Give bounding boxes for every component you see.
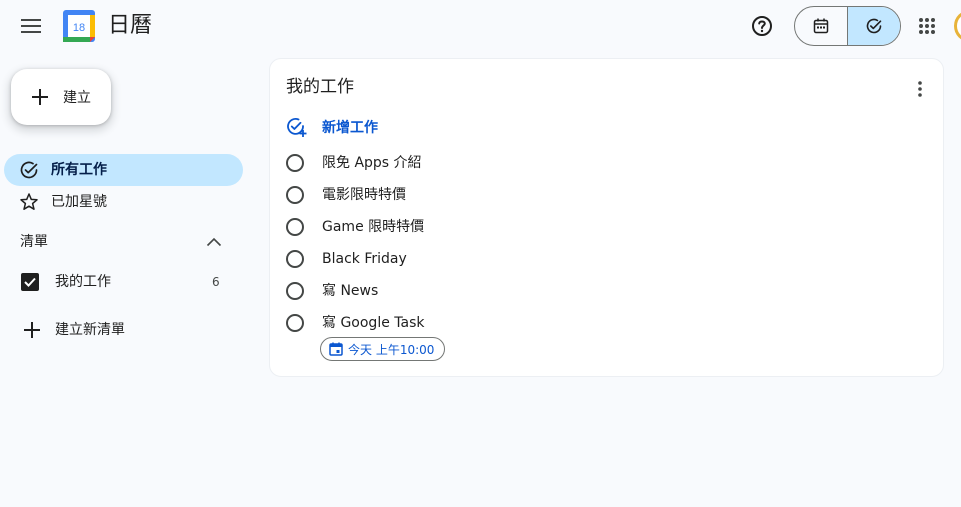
task-complete-radio[interactable] bbox=[286, 282, 304, 300]
account-avatar[interactable] bbox=[954, 10, 961, 42]
task-check-icon bbox=[866, 18, 882, 34]
task-list-card: 我的工作 新增工作 限免 Apps 介紹 電影限時特價 Game 限時特價 Bl… bbox=[269, 58, 944, 377]
checkmark-icon bbox=[24, 277, 36, 287]
top-app-bar: 18 日曆 bbox=[0, 0, 961, 52]
more-vert-icon bbox=[918, 81, 922, 97]
list-visibility-checkbox[interactable] bbox=[21, 273, 39, 291]
calendar-logo-icon: 18 bbox=[63, 10, 95, 42]
create-new-list-label: 建立新清單 bbox=[55, 322, 125, 338]
main-menu-button[interactable] bbox=[13, 8, 49, 44]
add-task-icon bbox=[287, 118, 307, 137]
app-title: 日曆 bbox=[108, 13, 153, 38]
task-title: 寫 Google Task bbox=[322, 315, 425, 331]
task-due-date-chip[interactable]: 今天 上午10:00 bbox=[320, 337, 446, 361]
apps-grid-icon bbox=[919, 18, 935, 34]
task-title: 限免 Apps 介紹 bbox=[322, 155, 422, 171]
task-complete-radio[interactable] bbox=[286, 218, 304, 236]
calendar-view-button[interactable] bbox=[795, 7, 848, 45]
plus-icon bbox=[24, 322, 40, 338]
star-icon bbox=[20, 193, 38, 210]
task-item[interactable]: Black Friday bbox=[286, 243, 886, 275]
lists-section-title: 清單 bbox=[20, 234, 48, 250]
help-button[interactable] bbox=[744, 8, 780, 44]
logo-day-number: 18 bbox=[73, 22, 85, 34]
nav-all-tasks-label: 所有工作 bbox=[51, 162, 107, 178]
list-options-button[interactable] bbox=[906, 75, 934, 103]
task-complete-radio[interactable] bbox=[286, 186, 304, 204]
tasks-view-button[interactable] bbox=[848, 7, 900, 45]
task-title: Black Friday bbox=[322, 251, 407, 267]
nav-starred-label: 已加星號 bbox=[51, 194, 107, 210]
task-title: 電影限時特價 bbox=[322, 187, 406, 203]
plus-icon bbox=[32, 89, 48, 105]
task-complete-radio[interactable] bbox=[286, 314, 304, 332]
calendar-logo[interactable]: 18 bbox=[63, 10, 95, 42]
add-task-label: 新增工作 bbox=[322, 120, 378, 136]
due-date-label: 今天 上午10:00 bbox=[348, 342, 435, 357]
hamburger-menu-icon bbox=[21, 19, 41, 33]
chevron-up-icon bbox=[206, 237, 222, 247]
task-title: 寫 News bbox=[322, 283, 379, 299]
list-item-count: 6 bbox=[212, 275, 220, 289]
list-item-my-tasks[interactable]: 我的工作 6 bbox=[16, 266, 240, 298]
nav-starred[interactable]: 已加星號 bbox=[4, 186, 243, 218]
calendar-icon bbox=[813, 18, 829, 34]
create-button-label: 建立 bbox=[63, 90, 91, 106]
task-list-title: 我的工作 bbox=[286, 77, 354, 97]
list-item-label: 我的工作 bbox=[55, 274, 111, 290]
event-icon bbox=[329, 342, 343, 356]
google-apps-button[interactable] bbox=[909, 8, 945, 44]
task-complete-radio[interactable] bbox=[286, 154, 304, 172]
add-task-button[interactable]: 新增工作 bbox=[284, 115, 378, 139]
view-switcher bbox=[794, 6, 901, 46]
task-item[interactable]: 寫 News bbox=[286, 275, 886, 307]
task-item[interactable]: Game 限時特價 bbox=[286, 211, 886, 243]
task-item[interactable]: 寫 Google Task bbox=[286, 307, 886, 339]
lists-collapse-button[interactable] bbox=[202, 230, 226, 254]
nav-all-tasks[interactable]: 所有工作 bbox=[4, 154, 243, 186]
create-button[interactable]: 建立 bbox=[11, 69, 111, 125]
task-title: Game 限時特價 bbox=[322, 219, 425, 235]
help-circle-icon bbox=[752, 16, 772, 36]
check-circle-icon bbox=[20, 161, 38, 179]
task-item[interactable]: 電影限時特價 bbox=[286, 179, 886, 211]
create-new-list-button[interactable]: 建立新清單 bbox=[16, 314, 240, 346]
task-item[interactable]: 限免 Apps 介紹 bbox=[286, 147, 886, 179]
task-complete-radio[interactable] bbox=[286, 250, 304, 268]
